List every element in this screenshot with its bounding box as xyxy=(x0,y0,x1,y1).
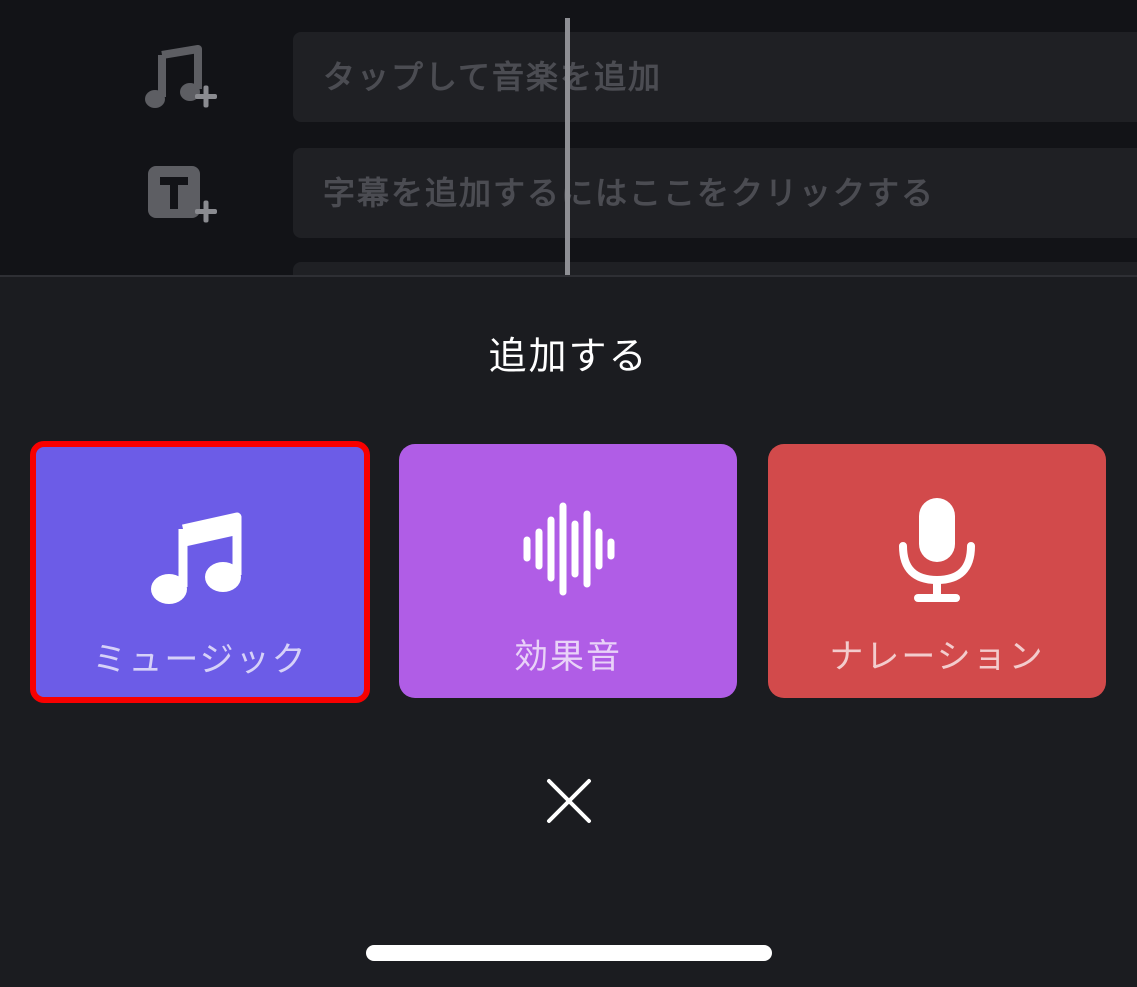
sound-effect-option-label: 効果音 xyxy=(514,637,622,677)
sound-effect-option-button[interactable]: 効果音 xyxy=(399,444,737,698)
add-sheet: 追加する ミュージック 効果音 ナレーション xyxy=(0,275,1137,987)
music-option-button[interactable]: ミュージック xyxy=(30,441,370,703)
music-note-plus-icon xyxy=(145,45,217,108)
add-caption-track-icon[interactable] xyxy=(140,160,220,230)
microphone-icon xyxy=(768,494,1106,604)
music-note-icon xyxy=(36,499,364,609)
narration-option-button[interactable]: ナレーション xyxy=(768,444,1106,698)
narration-option-label: ナレーション xyxy=(829,637,1045,677)
close-icon xyxy=(547,779,591,823)
home-indicator[interactable] xyxy=(366,945,772,961)
music-option-label: ミュージック xyxy=(92,640,308,680)
playhead[interactable] xyxy=(565,18,570,275)
partial-track-bar xyxy=(293,262,1137,275)
text-plus-icon xyxy=(148,166,217,223)
sound-wave-icon xyxy=(399,494,737,604)
music-track-placeholder: タップして音楽を追加 xyxy=(323,58,663,96)
timeline-area: タップして音楽を追加 字幕を追加するにはここをクリックする xyxy=(0,0,1137,275)
music-track-bar[interactable]: タップして音楽を追加 xyxy=(293,32,1137,122)
caption-track-bar[interactable]: 字幕を追加するにはここをクリックする xyxy=(293,148,1137,238)
sheet-title: 追加する xyxy=(488,334,649,378)
add-music-track-icon[interactable] xyxy=(140,45,220,115)
close-button[interactable] xyxy=(543,775,595,827)
caption-track-placeholder: 字幕を追加するにはここをクリックする xyxy=(323,174,936,212)
